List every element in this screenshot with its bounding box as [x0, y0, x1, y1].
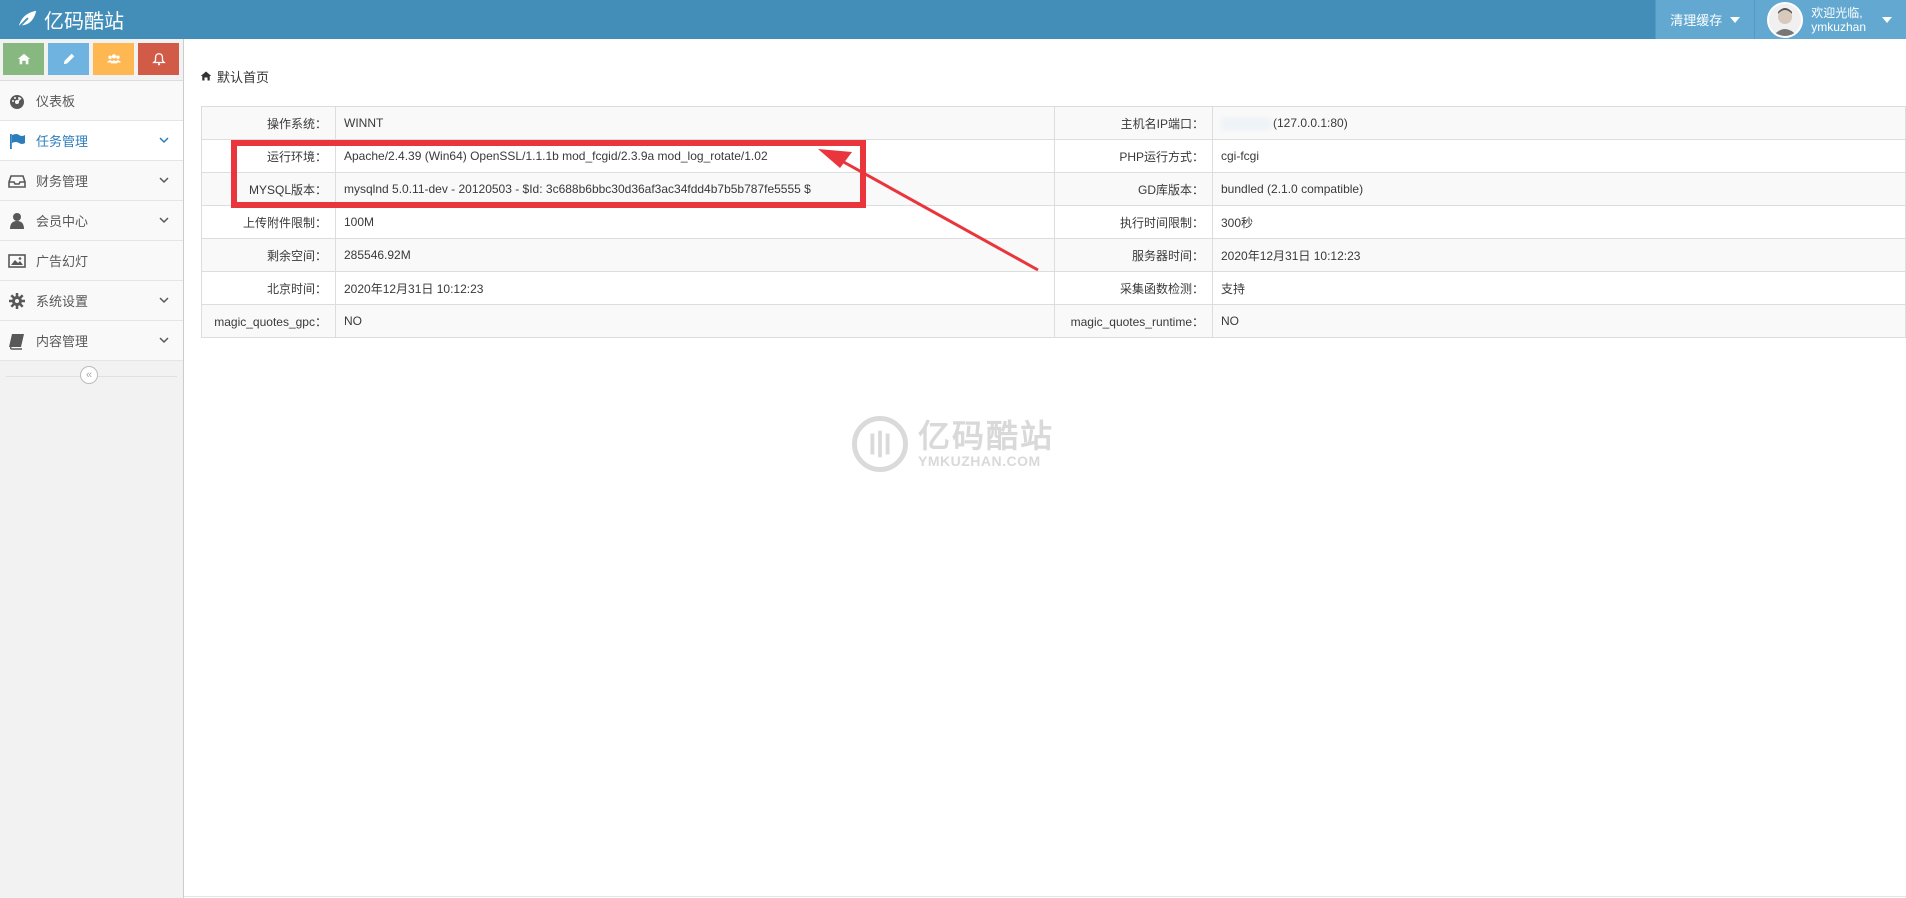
value-exec-limit: 300秒: [1212, 205, 1906, 239]
redacted-hostname: [1221, 117, 1271, 130]
user-menu[interactable]: 欢迎光临, ymkuzhan: [1754, 0, 1906, 39]
bell-icon: [151, 53, 166, 66]
table-row: 操作系统： WINNT 主机名IP端口： (127.0.0.1:80): [201, 106, 1906, 140]
label-php-mode: PHP运行方式：: [1054, 139, 1213, 173]
shortcut-bar: [0, 39, 183, 81]
label-gd: GD库版本：: [1054, 172, 1213, 206]
label-server-time: 服务器时间：: [1054, 238, 1213, 272]
watermark: 亿码酷站 YMKUZHAN.COM: [852, 416, 1054, 472]
sidebar-item-dashboard[interactable]: 仪表板: [0, 81, 183, 121]
sidebar-item-label: 系统设置: [36, 294, 89, 309]
chevron-down-icon: [159, 297, 169, 304]
caret-down-icon: [1730, 16, 1741, 23]
label-free-space: 剩余空间：: [201, 238, 336, 272]
username: ymkuzhan: [1811, 19, 1866, 34]
flag-icon: [8, 132, 26, 150]
chevron-down-icon: [159, 337, 169, 344]
table-row: 剩余空间： 285546.92M 服务器时间： 2020年12月31日 10:1…: [201, 238, 1906, 272]
caret-down-icon: [1882, 16, 1892, 23]
brand-name: 亿码酷站: [44, 10, 124, 33]
breadcrumb: 默认首页: [200, 66, 269, 86]
home-shortcut-button[interactable]: [3, 43, 44, 75]
label-magic-runtime: magic_quotes_runtime：: [1054, 304, 1213, 338]
chevron-down-icon: [159, 137, 169, 144]
watermark-logo-icon: [852, 416, 908, 472]
value-upload-limit: 100M: [335, 205, 1055, 239]
sidebar-item-label: 财务管理: [36, 174, 89, 189]
inbox-icon: [8, 172, 26, 190]
sidebar-item-finance[interactable]: 财务管理: [0, 161, 183, 201]
notify-shortcut-button[interactable]: [138, 43, 179, 75]
home-icon: [17, 53, 30, 65]
picture-icon: [8, 252, 26, 270]
user-avatar-icon: [1769, 3, 1802, 36]
label-upload-limit: 上传附件限制：: [201, 205, 336, 239]
footer-divider: [184, 896, 1906, 897]
sidebar-item-settings[interactable]: 系统设置: [0, 281, 183, 321]
pencil-icon: [63, 53, 74, 65]
welcome-text: 欢迎光临,: [1811, 5, 1863, 20]
brand[interactable]: 亿码酷站: [16, 4, 124, 34]
value-host-ip: (127.0.0.1:80): [1273, 116, 1348, 130]
table-row: 北京时间： 2020年12月31日 10:12:23 采集函数检测： 支持: [201, 271, 1906, 305]
clear-cache-label: 清理缓存: [1670, 13, 1723, 28]
users-icon: [106, 54, 121, 64]
leaf-icon: [18, 10, 37, 28]
sidebar-collapse-button[interactable]: «: [80, 366, 98, 384]
label-collect-check: 采集函数检测：: [1054, 271, 1213, 305]
label-magic-gpc: magic_quotes_gpc：: [201, 304, 336, 338]
value-server-time: 2020年12月31日 10:12:23: [1212, 238, 1906, 272]
sidebar-item-label: 仪表板: [36, 94, 76, 109]
label-host: 主机名IP端口：: [1054, 106, 1213, 140]
sidebar: 仪表板 任务管理 财务管理 会员中心 广告幻灯 系统设置 内容管理 «: [0, 39, 184, 898]
value-magic-runtime: NO: [1212, 304, 1906, 338]
sidebar-item-label: 会员中心: [36, 214, 89, 229]
watermark-title: 亿码酷站: [918, 418, 1055, 454]
avatar: [1767, 1, 1804, 38]
sidebar-item-tasks[interactable]: 任务管理: [0, 121, 183, 161]
watermark-subtitle: YMKUZHAN.COM: [918, 453, 1041, 469]
sidebar-collapse-row: «: [0, 361, 183, 391]
chevron-down-icon: [159, 177, 169, 184]
users-shortcut-button[interactable]: [93, 43, 134, 75]
value-collect-check: 支持: [1212, 271, 1906, 305]
home-icon: [200, 71, 212, 81]
sidebar-item-ads[interactable]: 广告幻灯: [0, 241, 183, 281]
sidebar-item-label: 任务管理: [36, 134, 89, 149]
value-host: (127.0.0.1:80): [1212, 106, 1906, 140]
label-exec-limit: 执行时间限制：: [1054, 205, 1213, 239]
highlight-box: [231, 140, 866, 208]
breadcrumb-label[interactable]: 默认首页: [217, 67, 269, 86]
edit-shortcut-button[interactable]: [48, 43, 89, 75]
book-icon: [8, 332, 26, 350]
label-os: 操作系统：: [201, 106, 336, 140]
table-row: 上传附件限制： 100M 执行时间限制： 300秒: [201, 205, 1906, 239]
sidebar-item-content[interactable]: 内容管理: [0, 321, 183, 361]
value-os: WINNT: [335, 106, 1055, 140]
value-php-mode: cgi-fcgi: [1212, 139, 1906, 173]
value-beijing-time: 2020年12月31日 10:12:23: [335, 271, 1055, 305]
top-navbar: 亿码酷站 清理缓存 欢迎光临, ymkuzhan: [0, 0, 1906, 39]
chevron-down-icon: [159, 217, 169, 224]
sidebar-item-label: 内容管理: [36, 334, 89, 349]
clear-cache-button[interactable]: 清理缓存: [1655, 0, 1755, 39]
sidebar-item-members[interactable]: 会员中心: [0, 201, 183, 241]
label-beijing-time: 北京时间：: [201, 271, 336, 305]
value-free-space: 285546.92M: [335, 238, 1055, 272]
gear-icon: [8, 292, 26, 310]
dashboard-icon: [8, 92, 26, 110]
value-gd: bundled (2.1.0 compatible): [1212, 172, 1906, 206]
sidebar-item-label: 广告幻灯: [36, 254, 89, 269]
value-magic-gpc: NO: [335, 304, 1055, 338]
user-icon: [8, 212, 26, 230]
double-chevron-left-icon: «: [85, 369, 93, 381]
table-row: magic_quotes_gpc： NO magic_quotes_runtim…: [201, 304, 1906, 338]
